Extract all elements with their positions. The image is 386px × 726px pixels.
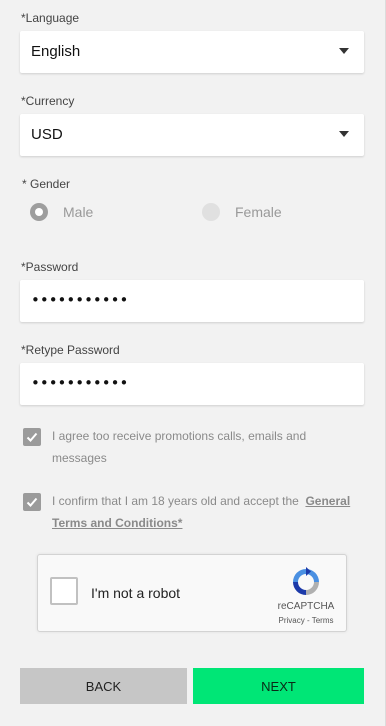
recaptcha-checkbox[interactable] bbox=[50, 577, 78, 605]
promotions-checkbox[interactable] bbox=[23, 428, 41, 446]
recaptcha-widget: I'm not a robot reCAPTCHA Privacy - Term… bbox=[37, 554, 347, 632]
age-consent-text: I confirm that I am 18 years old and acc… bbox=[52, 494, 299, 508]
checkmark-icon bbox=[26, 497, 38, 507]
gender-label: * Gender bbox=[22, 177, 71, 191]
retype-password-label: *Retype Password bbox=[21, 343, 120, 357]
next-button[interactable]: NEXT bbox=[193, 668, 364, 704]
gender-female-label: Female bbox=[235, 204, 282, 220]
password-value: ••••••••••• bbox=[31, 291, 129, 309]
currency-label: *Currency bbox=[21, 94, 75, 108]
language-select[interactable]: English bbox=[20, 31, 364, 73]
age-terms-consent: I confirm that I am 18 years old and acc… bbox=[52, 490, 362, 534]
language-value: English bbox=[31, 43, 81, 60]
registration-form: *Language English *Currency USD * Gender… bbox=[0, 0, 386, 726]
retype-password-value: ••••••••••• bbox=[31, 374, 129, 392]
language-label: *Language bbox=[21, 11, 80, 25]
password-label: *Password bbox=[21, 260, 79, 274]
promotions-consent-text: I agree too receive promotions calls, em… bbox=[52, 429, 307, 465]
chevron-down-icon bbox=[339, 131, 349, 137]
back-button[interactable]: BACK bbox=[20, 668, 187, 704]
password-field[interactable]: ••••••••••• bbox=[20, 280, 364, 322]
gender-male-radio[interactable] bbox=[30, 203, 48, 221]
recaptcha-label: I'm not a robot bbox=[91, 585, 181, 601]
checkmark-icon bbox=[26, 432, 38, 442]
recaptcha-privacy-terms[interactable]: Privacy - Terms bbox=[270, 616, 342, 625]
retype-password-field[interactable]: ••••••••••• bbox=[20, 363, 364, 405]
chevron-down-icon bbox=[339, 48, 349, 54]
gender-female-radio[interactable] bbox=[202, 203, 220, 221]
gender-male-label: Male bbox=[63, 204, 94, 220]
recaptcha-brand: reCAPTCHA bbox=[277, 601, 335, 612]
currency-select[interactable]: USD bbox=[20, 114, 364, 156]
currency-value: USD bbox=[31, 126, 63, 143]
age-terms-checkbox[interactable] bbox=[23, 493, 41, 511]
recaptcha-logo-icon bbox=[293, 567, 319, 595]
